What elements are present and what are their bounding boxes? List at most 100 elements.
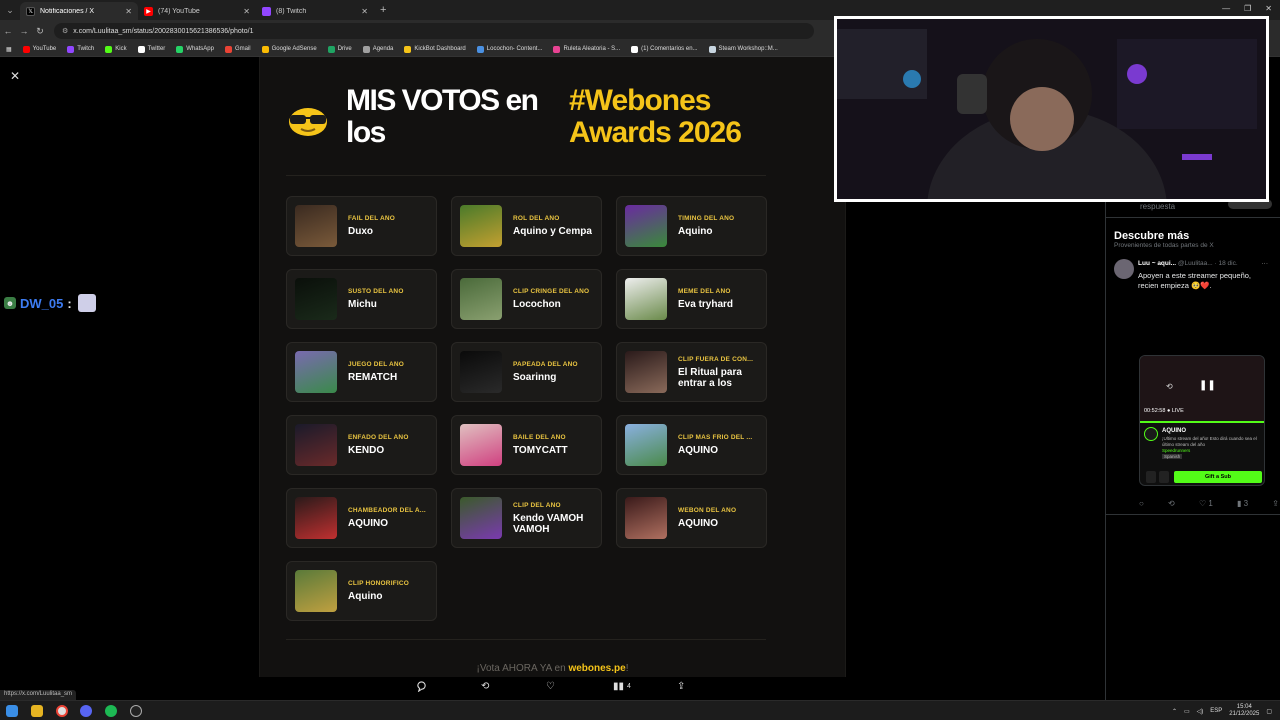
stream-title: ¡Ultimo stream del año! Esto dirá cuando…: [1162, 436, 1257, 459]
url-input[interactable]: ⚙ x.com/Luulitaa_sm/status/2002830015621…: [54, 23, 814, 39]
tab-x[interactable]: 𝕏 Notificaciones / X ✕: [20, 2, 138, 20]
share-icon[interactable]: ⇪: [677, 681, 685, 692]
tweet-text: Apoyen a este streamer pequeño, recien e…: [1138, 271, 1251, 290]
bookmark-favicon-icon: [176, 45, 184, 53]
start-icon[interactable]: [6, 705, 18, 717]
bookmark-item[interactable]: Google AdSense: [261, 45, 317, 53]
tab-search-icon[interactable]: ⌄: [0, 0, 20, 20]
award-text: CLIP MAS FRIO DEL ... AQUINO: [678, 434, 766, 456]
like-icon[interactable]: ♡: [546, 681, 555, 692]
minimize-icon[interactable]: —: [1222, 4, 1230, 13]
close-tab-icon[interactable]: ✕: [125, 7, 132, 16]
close-tab-icon[interactable]: ✕: [361, 7, 368, 16]
bookmark-item[interactable]: Steam Workshop::M...: [708, 45, 778, 53]
repost-icon[interactable]: ⟲: [1168, 499, 1175, 508]
bookmark-item[interactable]: KickBot Dashboard: [404, 45, 466, 53]
award-winner: TOMYCATT: [513, 445, 568, 456]
bookmark-item[interactable]: Agenda: [362, 45, 393, 53]
bookmark-item[interactable]: YouTube: [22, 45, 56, 53]
reply-icon[interactable]: [416, 681, 427, 692]
award-category: ROL DEL AÑO: [513, 215, 560, 222]
photo-title: MIS VOTOS en los: [346, 84, 539, 149]
webcam-overlay: [834, 16, 1269, 202]
tab-twitch[interactable]: (8) Twitch ✕: [256, 2, 374, 20]
volume-icon[interactable]: ◁): [1197, 708, 1204, 715]
forward-icon[interactable]: →: [16, 26, 32, 36]
network-icon[interactable]: ▭: [1184, 708, 1190, 715]
award-card: SUSTO DEL AÑO Michu: [286, 269, 437, 329]
language[interactable]: ESP: [1210, 708, 1222, 714]
share-icon[interactable]: ⇪: [1272, 499, 1279, 508]
chat-badge-icon: ☻: [4, 297, 16, 309]
award-thumbnail: [460, 351, 502, 393]
file-explorer-icon[interactable]: [31, 705, 43, 717]
apps-icon[interactable]: ▦: [6, 46, 12, 53]
tweet-media[interactable]: ⟲ ❚❚ 00:52:58 ● LIVE AQUINO ¡Ultimo stre…: [1139, 355, 1265, 486]
chat-separator: :: [67, 295, 72, 311]
bookmark-item[interactable]: Kick: [105, 45, 127, 53]
divider: [286, 639, 766, 640]
heart-icon[interactable]: [1159, 471, 1169, 483]
photo-hashtag: #Webones Awards 2026: [569, 84, 742, 149]
progress-bar[interactable]: [1140, 421, 1264, 423]
reply-hint: respuesta: [1140, 202, 1176, 211]
spotify-icon[interactable]: [105, 705, 117, 717]
new-tab-button[interactable]: +: [380, 4, 386, 16]
bookmark-favicon-icon: [224, 45, 232, 53]
repost-icon[interactable]: ⟲: [481, 681, 489, 692]
close-tab-icon[interactable]: ✕: [243, 7, 250, 16]
discord-icon[interactable]: [80, 705, 92, 717]
award-card: BAILE DEL AÑO TOMYCATT: [451, 415, 602, 475]
chrome-icon[interactable]: [56, 705, 68, 717]
like-icon[interactable]: ♡ 1: [1199, 499, 1213, 508]
x-icon: 𝕏: [26, 6, 35, 16]
award-winner: AQUINO: [678, 445, 718, 456]
award-category: JUEGO DEL AÑO: [348, 361, 405, 368]
more-icon[interactable]: ···: [1262, 260, 1269, 267]
bookmark-item[interactable]: Ruleta Aleatoria - S...: [553, 45, 620, 53]
bookmark-item[interactable]: Locochon- Content...: [476, 45, 542, 53]
award-card: CLIP CRINGE DEL AÑO Locochon: [451, 269, 602, 329]
gift-sub-button[interactable]: Gift a Sub: [1174, 471, 1262, 483]
bell-icon[interactable]: [1146, 471, 1156, 483]
sunglasses-emoji-icon: [289, 108, 327, 136]
obs-icon[interactable]: [130, 705, 142, 717]
award-category: FAIL DEL AÑO: [348, 215, 396, 222]
channel-name: AQUINO: [1162, 428, 1186, 434]
award-thumbnail: [295, 570, 337, 612]
bookmark-item[interactable]: Drive: [327, 45, 352, 53]
tab-youtube[interactable]: ▶ (74) YouTube ✕: [138, 2, 256, 20]
close-window-icon[interactable]: ✕: [1265, 4, 1272, 13]
views-icon[interactable]: ▮ 3: [1237, 499, 1248, 508]
award-winner: AQUINO: [678, 518, 718, 529]
bookmark-item[interactable]: Twitter: [137, 45, 165, 53]
award-text: ENFADO DEL AÑO KENDO: [348, 434, 436, 456]
avatar[interactable]: [1114, 259, 1134, 279]
views-stat[interactable]: ▮▮ 4: [613, 681, 631, 692]
youtube-icon: ▶: [144, 6, 153, 16]
bookmark-item[interactable]: (1) Comentarios en...: [631, 45, 698, 53]
award-text: CHAMBEADOR DEL A... AQUINO: [348, 507, 436, 529]
back-icon[interactable]: ←: [0, 26, 16, 36]
award-text: WEBON DEL AÑO AQUINO: [678, 507, 766, 529]
bookmark-item[interactable]: Twitch: [67, 45, 94, 53]
bookmark-item[interactable]: WhatsApp: [176, 45, 214, 53]
tweet-author[interactable]: Luu ~ aqui... @Luulitaa... · 18 dic. ···: [1138, 260, 1278, 267]
notification-icon[interactable]: ▢: [1266, 708, 1272, 715]
stream-time: 00:52:58 ● LIVE: [1144, 408, 1184, 414]
close-photo-icon[interactable]: ✕: [10, 69, 20, 83]
reload-icon[interactable]: ↻: [32, 26, 48, 37]
tray-chevron-icon[interactable]: ⌃: [1172, 708, 1177, 715]
bookmark-item[interactable]: Gmail: [224, 45, 251, 53]
vote-footer: ¡Vota AHORA YA en webones.pe!: [476, 663, 629, 674]
replay-icon[interactable]: ⟲: [1166, 382, 1173, 391]
reply-icon[interactable]: ○: [1139, 499, 1144, 508]
site-info-icon[interactable]: ⚙: [62, 27, 68, 35]
award-card: CHAMBEADOR DEL A... AQUINO: [286, 488, 437, 548]
bookmark-favicon-icon: [404, 45, 412, 53]
post-action-bar: ⟲ ♡ ▮▮ 4 ⇪: [0, 681, 1100, 697]
award-text: CLIP HONORIFICO Aquino: [348, 580, 436, 602]
clock[interactable]: 15:04 21/12/2025: [1229, 704, 1259, 718]
maximize-icon[interactable]: ❐: [1244, 4, 1251, 13]
pause-icon[interactable]: ❚❚: [1199, 380, 1216, 391]
